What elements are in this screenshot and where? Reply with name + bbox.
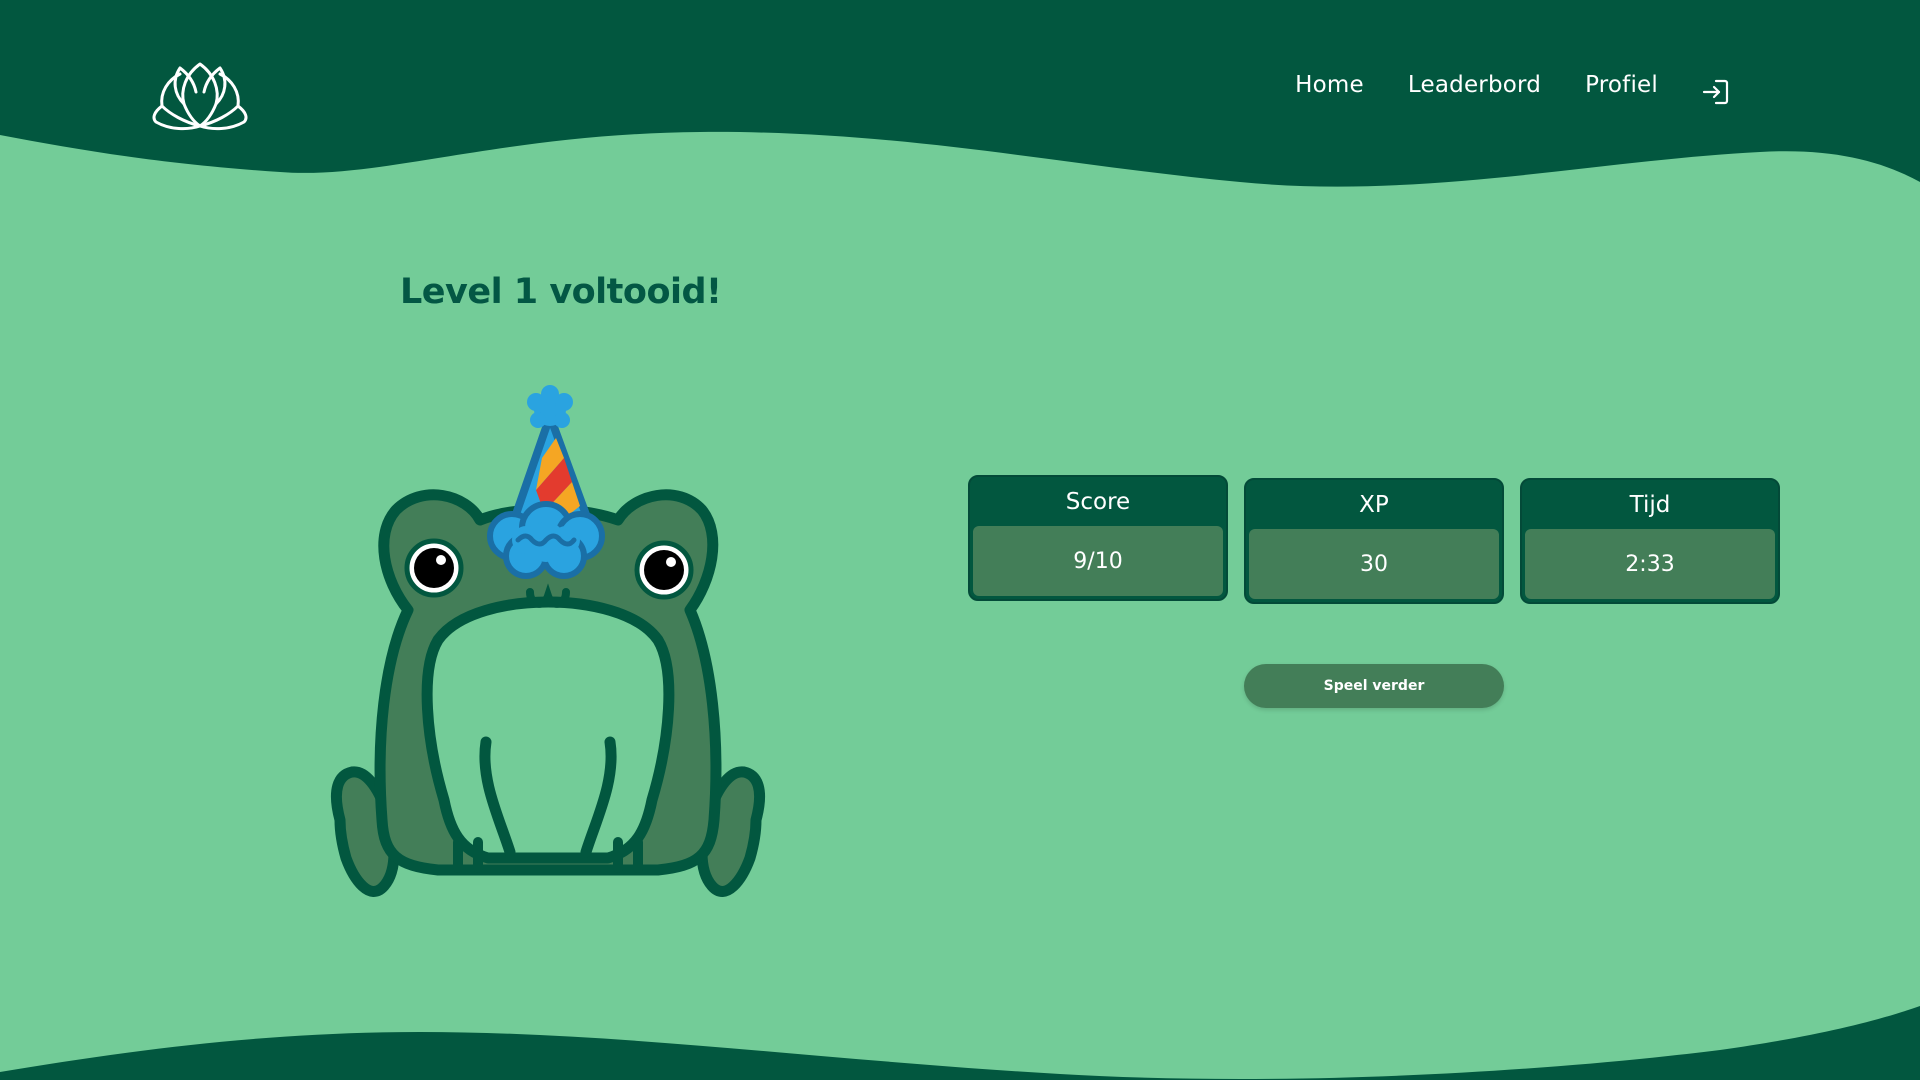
lotus-logo-icon[interactable] xyxy=(150,52,250,132)
level-complete-title: Level 1 voltooid! xyxy=(400,272,722,312)
party-frog-illustration xyxy=(331,385,765,897)
time-label: Tijd xyxy=(1629,492,1671,518)
level-complete-screen: Home Leaderbord Profiel Level 1 voltooid… xyxy=(0,0,1920,1080)
nav-leaderboard-link[interactable]: Leaderbord xyxy=(1408,72,1541,98)
xp-label: XP xyxy=(1359,492,1389,518)
xp-value: 30 xyxy=(1249,529,1499,599)
continue-playing-button[interactable]: Speel verder xyxy=(1244,664,1504,708)
login-icon[interactable] xyxy=(1700,76,1732,108)
score-value: 9/10 xyxy=(973,526,1223,596)
footer-wave xyxy=(0,1006,1920,1080)
nav-profile-link[interactable]: Profiel xyxy=(1585,72,1658,98)
time-card: Tijd 2:33 xyxy=(1520,478,1780,604)
header-wave xyxy=(0,0,1920,187)
time-value: 2:33 xyxy=(1525,529,1775,599)
xp-card: XP 30 xyxy=(1244,478,1504,604)
nav-home-link[interactable]: Home xyxy=(1295,72,1364,98)
main-nav: Home Leaderbord Profiel xyxy=(1295,72,1658,98)
score-label: Score xyxy=(1065,489,1131,515)
score-card: Score 9/10 xyxy=(968,475,1228,601)
